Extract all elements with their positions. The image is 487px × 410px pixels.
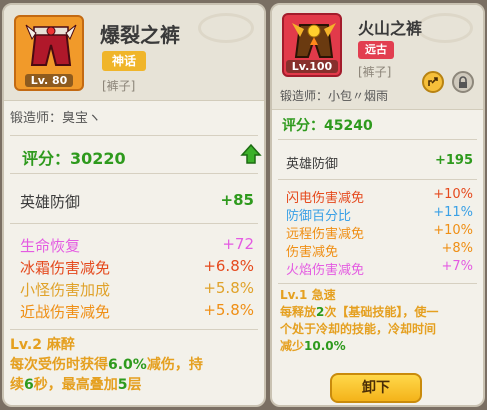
base-stat-label: 英雄防御 [20,193,81,211]
arrow-up-icon [240,143,262,164]
stat-row: 远程伤害减免 [286,223,364,242]
divider [10,223,258,224]
skill-box: Lv.2 麻醉 每次受伤时获得6.0%减伤，持 续6秒，最高叠加5层 [10,335,260,395]
pants-icon [292,23,336,58]
share-icon [428,77,438,86]
stat-label: 远程伤害减免 [286,227,365,242]
stat-label: 防御百分比 [286,209,352,224]
rarity-badge: 远古 [358,41,394,59]
divider [10,135,258,136]
divider [10,173,258,174]
stat-value: +11% [433,205,473,220]
stat-label: 冰霜伤害减免 [20,259,111,277]
stat-row: 生命恢复 [20,235,80,256]
stat-row: 防御百分比 [286,205,351,224]
score-label: 评分： [282,118,324,134]
divider [278,139,477,140]
stat-value: +5.8% [203,279,254,297]
score-label: 评分： [22,149,71,168]
pants-icon [25,24,77,66]
stat-value: +10% [433,223,473,238]
rarity-badge: 神话 [102,51,146,71]
stat-label: 小怪伤害加成 [20,281,111,299]
base-stat-value: +195 [434,153,473,168]
smith-name: 小包〃烟雨 [328,89,389,103]
item-type: [裤子] [102,79,136,93]
stat-label: 伤害减免 [286,245,339,260]
smith-row: 锻造师：小包〃烟雨 [280,87,388,104]
stat-row: 近战伤害减免 [20,301,110,322]
current-item-panel: Lv. 80 爆裂之裤 神话 [裤子] 锻造师：臭宝ヽ 评分：30220 英雄防… [2,3,266,407]
compare-item-panel: Lv.100 火山之裤 远古 [裤子] 锻造师：小包〃烟雨 评分：45240 英… [270,3,485,407]
skill-box: Lv.1 急速 每释放2次【基础技能】，使一 个处于冷却的技能，冷却时间 减少1… [280,287,480,355]
skill-desc-line: 每释放2次【基础技能】，使一 [280,305,439,319]
score-row: 评分：30220 [22,145,126,169]
item-icon-frame[interactable]: Lv. 80 [14,15,84,91]
divider [278,179,477,180]
smith-label: 锻造师： [10,111,63,126]
base-stat-value: +85 [220,191,254,209]
base-stat-label: 英雄防御 [286,157,339,172]
score-value: 30220 [70,149,126,168]
lock-button[interactable] [452,71,474,93]
share-button[interactable] [422,71,444,93]
score-value: 45240 [324,118,373,134]
stat-row: 冰霜伤害减免 [20,257,110,278]
stat-row: 伤害减免 [286,241,338,260]
stat-value: +72 [222,235,254,253]
stat-label: 闪电伤害减免 [286,191,365,206]
skill-desc-line: 每次受伤时获得6.0%减伤，持 [10,357,203,373]
score-row: 评分：45240 [282,115,373,135]
skill-desc-line: 续6秒，最高叠加5层 [10,377,142,393]
item-name: 爆裂之裤 [100,23,180,47]
stat-row: 闪电伤害减免 [286,187,364,206]
item-level: Lv.100 [284,60,340,73]
item-icon-frame[interactable]: Lv.100 [282,13,342,77]
smith-label: 锻造师： [280,89,329,103]
stat-value: +7% [441,259,473,274]
stat-value: +6.8% [203,257,254,275]
skill-desc-line: 个处于冷却的技能，冷却时间 [280,322,437,336]
unequip-button[interactable]: 卸下 [330,373,422,403]
stat-label: 近战伤害减免 [20,303,111,321]
smith-name: 臭宝ヽ [62,111,102,126]
smith-row: 锻造师：臭宝ヽ [10,107,101,126]
skill-title: Lv.1 急速 [280,288,336,302]
divider [278,283,477,284]
stat-value: +8% [441,241,473,256]
lock-icon [459,75,467,88]
stat-value: +5.8% [203,301,254,319]
item-level: Lv. 80 [16,74,82,87]
stat-label: 火焰伤害减免 [286,263,365,278]
stat-value: +10% [433,187,473,202]
divider [10,329,258,330]
item-type: [裤子] [358,65,392,79]
item-name: 火山之裤 [358,19,423,38]
stat-label: 生命恢复 [20,237,81,255]
skill-title: Lv.2 麻醉 [10,337,75,353]
stat-row: 小怪伤害加成 [20,279,110,300]
stat-row: 火焰伤害减免 [286,259,364,278]
skill-desc-line: 减少10.0% [280,339,346,353]
